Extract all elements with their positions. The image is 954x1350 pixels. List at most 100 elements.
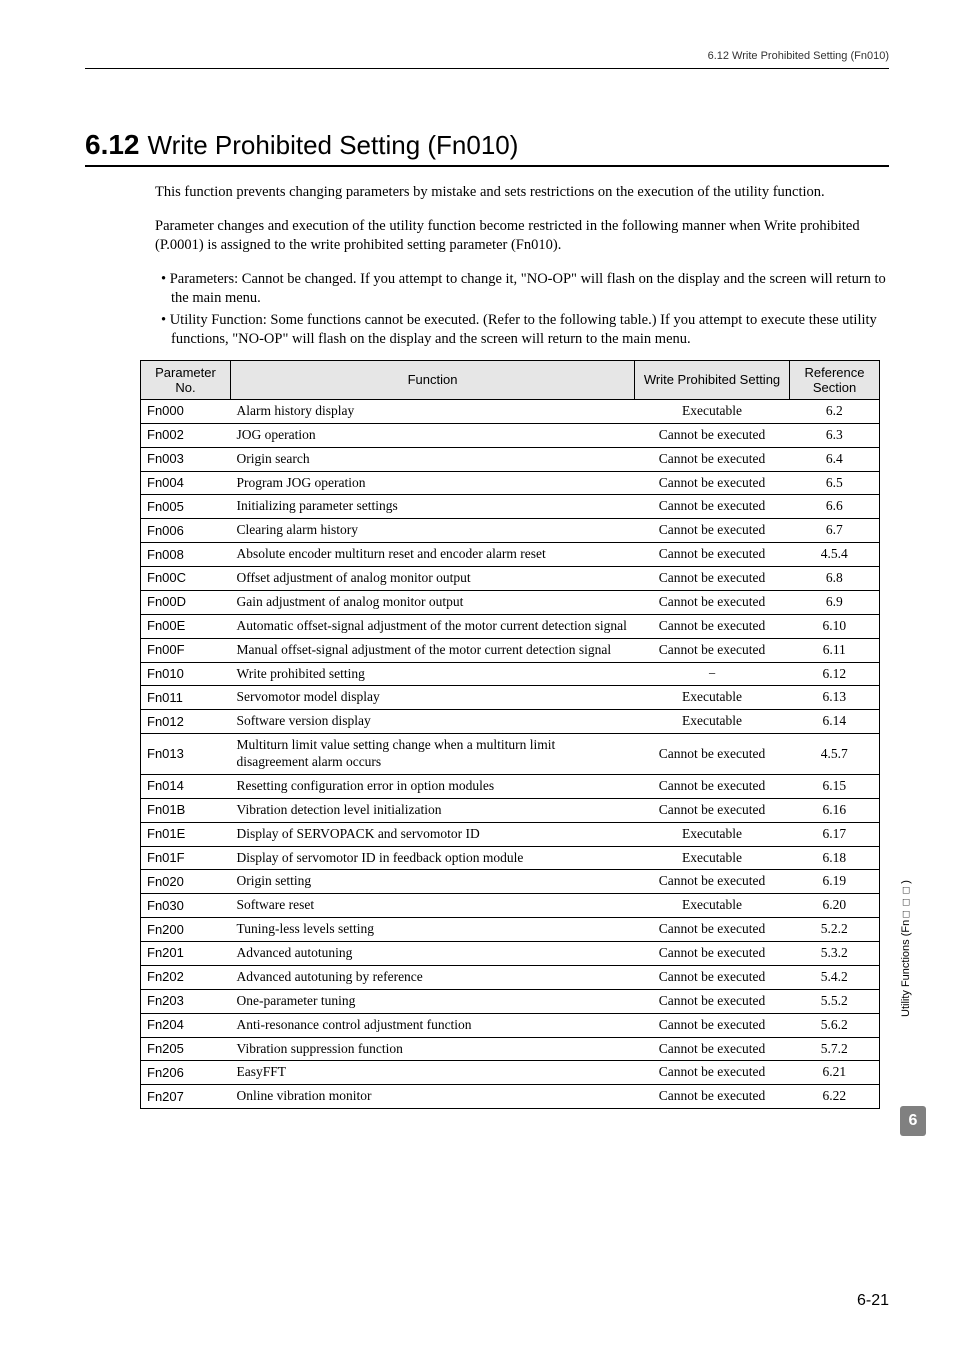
cell-reference: 6.19 [790,870,880,894]
table-row: Fn005Initializing parameter settingsCann… [141,495,880,519]
cell-param: Fn020 [141,870,231,894]
cell-setting: Executable [635,822,790,846]
cell-reference: 5.2.2 [790,918,880,942]
cell-function: Software reset [231,894,635,918]
cell-function: Write prohibited setting [231,662,635,686]
cell-param: Fn201 [141,942,231,966]
cell-reference: 4.5.7 [790,734,880,775]
cell-setting: Cannot be executed [635,614,790,638]
cell-reference: 6.17 [790,822,880,846]
cell-reference: 6.8 [790,567,880,591]
cell-reference: 6.9 [790,590,880,614]
cell-setting: Executable [635,894,790,918]
function-table: Parameter No. Function Write Prohibited … [140,360,880,1109]
cell-reference: 6.21 [790,1061,880,1085]
table-row: Fn200Tuning-less levels settingCannot be… [141,918,880,942]
page-header: 6.12 Write Prohibited Setting (Fn010) [85,50,889,69]
cell-param: Fn01E [141,822,231,846]
cell-setting: Cannot be executed [635,543,790,567]
table-row: Fn002JOG operationCannot be executed6.3 [141,423,880,447]
table-row: Fn207Online vibration monitorCannot be e… [141,1085,880,1109]
cell-param: Fn010 [141,662,231,686]
cell-param: Fn030 [141,894,231,918]
cell-reference: 6.3 [790,423,880,447]
cell-setting: Executable [635,399,790,423]
cell-setting: Executable [635,686,790,710]
cell-function: Servomotor model display [231,686,635,710]
cell-function: Absolute encoder multiturn reset and enc… [231,543,635,567]
table-row: Fn003Origin searchCannot be executed6.4 [141,447,880,471]
cell-reference: 6.11 [790,638,880,662]
cell-function: Advanced autotuning by reference [231,965,635,989]
cell-setting: Executable [635,710,790,734]
cell-function: JOG operation [231,423,635,447]
page-number: 6-21 [857,1292,889,1310]
th-setting: Write Prohibited Setting [635,360,790,399]
cell-param: Fn013 [141,734,231,775]
cell-param: Fn00F [141,638,231,662]
cell-param: Fn01F [141,846,231,870]
table-row: Fn00COffset adjustment of analog monitor… [141,567,880,591]
intro-p1: This function prevents changing paramete… [155,183,889,203]
cell-setting: Cannot be executed [635,870,790,894]
cell-param: Fn202 [141,965,231,989]
cell-function: Clearing alarm history [231,519,635,543]
table-row: Fn000Alarm history displayExecutable6.2 [141,399,880,423]
cell-function: Online vibration monitor [231,1085,635,1109]
table-row: Fn030Software resetExecutable6.20 [141,894,880,918]
cell-param: Fn006 [141,519,231,543]
cell-function: Vibration suppression function [231,1037,635,1061]
cell-setting: Cannot be executed [635,774,790,798]
cell-function: Anti-resonance control adjustment functi… [231,1013,635,1037]
table-row: Fn00EAutomatic offset-signal adjustment … [141,614,880,638]
cell-function: One-parameter tuning [231,989,635,1013]
cell-reference: 6.7 [790,519,880,543]
cell-param: Fn203 [141,989,231,1013]
table-row: Fn004Program JOG operationCannot be exec… [141,471,880,495]
table-row: Fn01EDisplay of SERVOPACK and servomotor… [141,822,880,846]
cell-reference: 6.2 [790,399,880,423]
cell-setting: Cannot be executed [635,1037,790,1061]
cell-reference: 6.10 [790,614,880,638]
cell-setting: − [635,662,790,686]
cell-reference: 5.3.2 [790,942,880,966]
th-reference: Reference Section [790,360,880,399]
cell-reference: 4.5.4 [790,543,880,567]
cell-reference: 6.14 [790,710,880,734]
cell-setting: Cannot be executed [635,1061,790,1085]
cell-setting: Cannot be executed [635,471,790,495]
body-text: This function prevents changing paramete… [155,183,889,350]
cell-reference: 6.13 [790,686,880,710]
cell-param: Fn014 [141,774,231,798]
cell-param: Fn207 [141,1085,231,1109]
table-row: Fn01BVibration detection level initializ… [141,798,880,822]
cell-setting: Cannot be executed [635,1013,790,1037]
table-row: Fn00FManual offset-signal adjustment of … [141,638,880,662]
cell-param: Fn00C [141,567,231,591]
cell-param: Fn002 [141,423,231,447]
cell-setting: Cannot be executed [635,447,790,471]
table-row: Fn203One-parameter tuningCannot be execu… [141,989,880,1013]
cell-param: Fn000 [141,399,231,423]
cell-param: Fn204 [141,1013,231,1037]
cell-reference: 6.16 [790,798,880,822]
section-number: 6.12 [85,129,140,160]
cell-reference: 6.20 [790,894,880,918]
cell-param: Fn003 [141,447,231,471]
cell-reference: 5.6.2 [790,1013,880,1037]
cell-param: Fn005 [141,495,231,519]
cell-function: Manual offset-signal adjustment of the m… [231,638,635,662]
cell-setting: Cannot be executed [635,965,790,989]
chapter-tab: 6 [900,1106,926,1136]
table-row: Fn206EasyFFTCannot be executed6.21 [141,1061,880,1085]
cell-param: Fn004 [141,471,231,495]
th-param: Parameter No. [141,360,231,399]
cell-reference: 6.6 [790,495,880,519]
cell-setting: Cannot be executed [635,734,790,775]
table-header-row: Parameter No. Function Write Prohibited … [141,360,880,399]
cell-reference: 5.5.2 [790,989,880,1013]
cell-function: Origin search [231,447,635,471]
table-row: Fn202Advanced autotuning by referenceCan… [141,965,880,989]
table-row: Fn014Resetting configuration error in op… [141,774,880,798]
cell-setting: Cannot be executed [635,519,790,543]
